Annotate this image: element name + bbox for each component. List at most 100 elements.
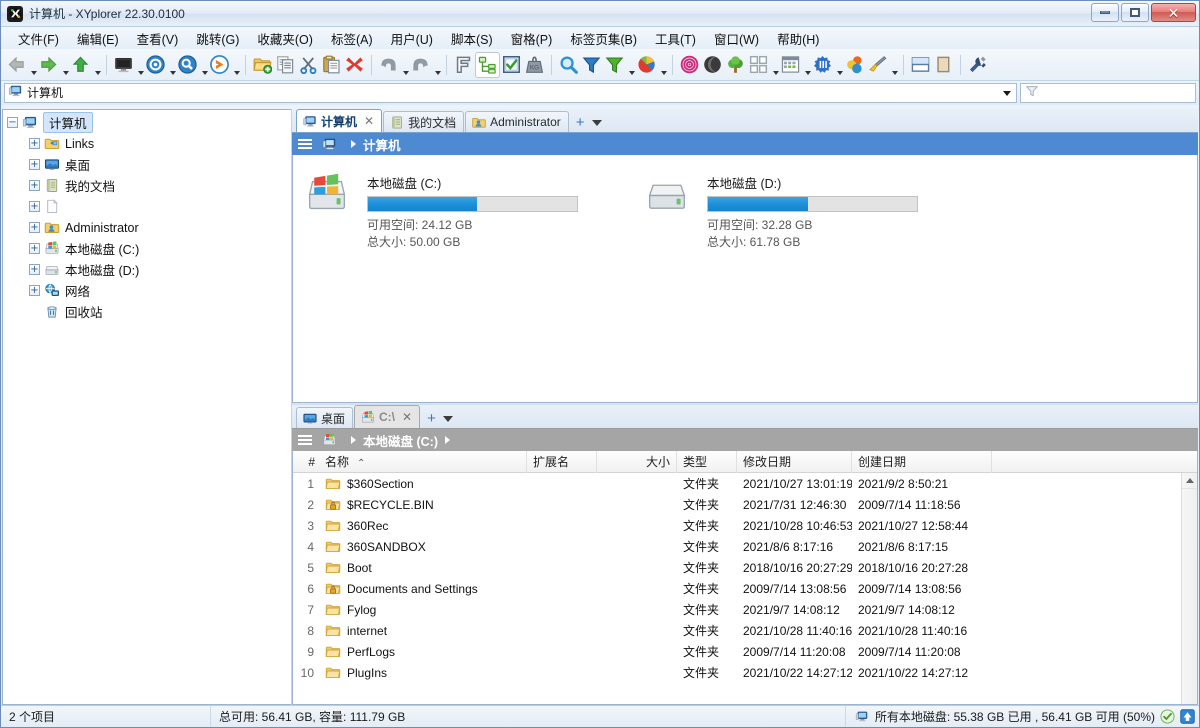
close-button[interactable]: ✕ xyxy=(1151,3,1196,22)
folder-tree-pane[interactable]: −计算机+Links+桌面+我的文档++Administrator+本地磁盘 (… xyxy=(2,109,291,705)
desktop-button[interactable] xyxy=(112,52,144,78)
thumbnails-button[interactable] xyxy=(747,52,779,78)
menu-help[interactable]: 帮助(H) xyxy=(768,27,828,50)
tree-node-blank[interactable]: + xyxy=(7,196,291,217)
breadcrumb-path[interactable]: 计算机 xyxy=(363,135,401,154)
find-button[interactable] xyxy=(557,52,580,78)
table-row[interactable]: 9PerfLogs文件夹2009/7/14 11:20:082009/7/14 … xyxy=(293,641,1197,662)
filter-green-button[interactable] xyxy=(603,52,635,78)
table-row[interactable]: 6Documents and Settings文件夹2009/7/14 13:0… xyxy=(293,578,1197,599)
expand-icon[interactable]: + xyxy=(29,264,40,275)
delete-button[interactable] xyxy=(343,52,366,78)
copy-button[interactable] xyxy=(274,52,297,78)
file-list-body[interactable]: 1$360Section文件夹2021/10/27 13:01:192021/9… xyxy=(293,473,1197,704)
go-to-button[interactable] xyxy=(208,52,240,78)
filter-input[interactable] xyxy=(1020,83,1196,103)
menu-window[interactable]: 窗口(W) xyxy=(705,27,768,50)
breadcrumb-path[interactable]: 本地磁盘 (C:) xyxy=(363,431,438,450)
color-filters-button[interactable] xyxy=(843,52,866,78)
folder-size-button[interactable]: KG xyxy=(523,52,546,78)
paste-button[interactable] xyxy=(320,52,343,78)
expand-icon[interactable]: + xyxy=(29,159,40,170)
chevron-down-icon[interactable] xyxy=(892,71,898,75)
tree-node-administrator[interactable]: +Administrator xyxy=(7,217,291,238)
menu-go[interactable]: 跳转(G) xyxy=(187,27,248,50)
table-row[interactable]: 4360SANDBOX文件夹2021/8/6 8:17:162021/8/6 8… xyxy=(293,536,1197,557)
expand-icon[interactable]: + xyxy=(29,201,40,212)
menu-view[interactable]: 查看(V) xyxy=(128,27,188,50)
menu-file[interactable]: 文件(F) xyxy=(9,27,68,50)
back-button[interactable] xyxy=(5,52,37,78)
check-circle-icon[interactable] xyxy=(1159,709,1175,725)
table-row[interactable]: 8internet文件夹2021/10/28 11:40:162021/10/2… xyxy=(293,620,1197,641)
cut-button[interactable] xyxy=(297,52,320,78)
tree-node-links[interactable]: +Links xyxy=(7,133,291,154)
column-header-type[interactable]: 类型 xyxy=(677,451,737,473)
tab-list-chevron-icon[interactable] xyxy=(592,120,602,126)
tags-button[interactable] xyxy=(811,52,843,78)
bottom-pane-breadcrumb[interactable]: 本地磁盘 (C:) xyxy=(292,429,1198,451)
find-files-button[interactable] xyxy=(176,52,208,78)
close-tab-icon[interactable]: ✕ xyxy=(402,411,412,423)
column-header-cre[interactable]: 创建日期 xyxy=(852,451,992,473)
undo-button[interactable] xyxy=(377,52,409,78)
expand-icon[interactable]: + xyxy=(29,138,40,149)
status-disks[interactable]: 所有本地磁盘: 55.38 GB 已用 , 56.41 GB 可用 (50%) xyxy=(846,706,1199,728)
rename-special-button[interactable] xyxy=(452,52,475,78)
drive-item[interactable]: 本地磁盘 (C:)可用空间: 24.12 GB总大小: 50.00 GB xyxy=(303,173,643,402)
forward-button[interactable] xyxy=(37,52,69,78)
menu-panes[interactable]: 窗格(P) xyxy=(502,27,562,50)
row-name-cell[interactable]: PlugIns xyxy=(319,665,527,681)
branch-view-button[interactable] xyxy=(475,52,500,78)
menu-tools[interactable]: 工具(T) xyxy=(646,27,705,50)
maximize-button[interactable] xyxy=(1121,3,1149,22)
tab-administrator[interactable]: Administrator xyxy=(465,111,569,132)
chevron-down-icon[interactable] xyxy=(661,71,667,75)
close-tab-icon[interactable]: ✕ xyxy=(364,115,374,127)
chevron-down-icon[interactable] xyxy=(95,71,101,75)
expand-icon[interactable]: + xyxy=(29,285,40,296)
tree-node-桌面[interactable]: +桌面 xyxy=(7,154,291,175)
drive-item[interactable]: 本地磁盘 (D:)可用空间: 32.28 GB总大小: 61.78 GB xyxy=(643,173,983,402)
menu-tags[interactable]: 标签(A) xyxy=(322,27,382,50)
chevron-down-icon[interactable] xyxy=(435,71,441,75)
chevron-down-icon[interactable] xyxy=(1003,91,1011,96)
single-pane-button[interactable] xyxy=(932,52,955,78)
file-list-scrollbar[interactable] xyxy=(1181,473,1197,704)
tab-桌面[interactable]: 桌面 xyxy=(296,407,353,428)
add-tab-button[interactable]: + xyxy=(570,115,590,132)
table-row[interactable]: 2$RECYCLE.BIN文件夹2021/7/31 12:46:302009/7… xyxy=(293,494,1197,515)
dark-mode-button[interactable] xyxy=(701,52,724,78)
tree-node-本地磁盘-d-[interactable]: +本地磁盘 (D:) xyxy=(7,259,291,280)
row-name-cell[interactable]: $RECYCLE.BIN xyxy=(319,497,527,513)
new-folder-button[interactable] xyxy=(251,52,274,78)
column-header-num[interactable]: # xyxy=(293,451,319,473)
table-row[interactable]: 7Fylog文件夹2021/9/7 14:08:122021/9/7 14:08… xyxy=(293,599,1197,620)
row-name-cell[interactable]: Fylog xyxy=(319,602,527,618)
expand-icon[interactable]: + xyxy=(29,222,40,233)
tree-node-本地磁盘-c-[interactable]: +本地磁盘 (C:) xyxy=(7,238,291,259)
chevron-down-icon[interactable] xyxy=(234,71,240,75)
details-view-button[interactable] xyxy=(779,52,811,78)
tree-button[interactable] xyxy=(724,52,747,78)
menu-tabsets[interactable]: 标签页集(B) xyxy=(561,27,646,50)
checkbox-select-button[interactable] xyxy=(500,52,523,78)
highlight-button[interactable] xyxy=(866,52,898,78)
row-name-cell[interactable]: $360Section xyxy=(319,476,527,492)
menu-scripting[interactable]: 脚本(S) xyxy=(442,27,502,50)
row-name-cell[interactable]: 360SANDBOX xyxy=(319,539,527,555)
minimize-button[interactable] xyxy=(1091,3,1119,22)
hamburger-icon[interactable] xyxy=(298,139,312,149)
address-input[interactable]: 计算机 xyxy=(4,83,1017,103)
tree-node-网络[interactable]: +网络 xyxy=(7,280,291,301)
filter-blue-button[interactable] xyxy=(580,52,603,78)
collapse-icon[interactable]: − xyxy=(7,117,18,128)
menu-edit[interactable]: 编辑(E) xyxy=(68,27,128,50)
menu-user[interactable]: 用户(U) xyxy=(382,27,442,50)
table-row[interactable]: 1$360Section文件夹2021/10/27 13:01:192021/9… xyxy=(293,473,1197,494)
configuration-button[interactable] xyxy=(966,52,989,78)
tab-list-chevron-icon[interactable] xyxy=(443,416,453,422)
column-header-name[interactable]: 名称⌃ xyxy=(319,451,527,473)
tab-我的文档[interactable]: 我的文档 xyxy=(383,111,464,132)
row-name-cell[interactable]: Documents and Settings xyxy=(319,581,527,597)
